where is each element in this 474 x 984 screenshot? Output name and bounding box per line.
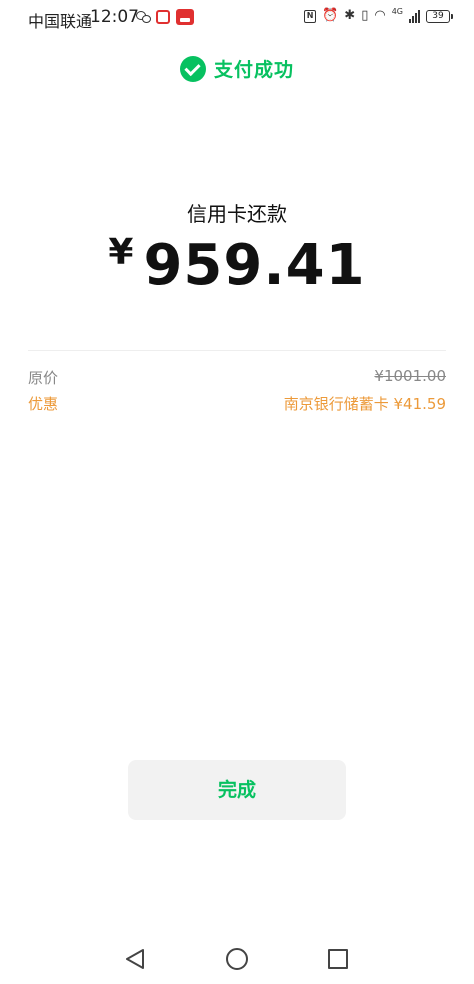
alarm-icon: ⏰	[322, 8, 339, 23]
carrier-name: 中国联通	[28, 12, 93, 31]
discount-label: 优惠	[28, 395, 59, 413]
signal-icon	[409, 9, 420, 23]
back-icon[interactable]	[124, 948, 146, 970]
pay-success-icon	[179, 55, 206, 82]
battery-icon: 39	[426, 9, 453, 23]
wifi-icon: ◠	[374, 8, 386, 23]
payment-amount: ¥959.41	[0, 232, 474, 298]
payment-type: 信用卡还款	[187, 202, 287, 226]
discount-row: 优惠 南京银行储蓄卡 ¥41.59	[28, 393, 446, 414]
vibrate-icon: ▯	[361, 8, 369, 23]
discount-value: 南京银行储蓄卡 ¥41.59	[283, 395, 446, 413]
currency-symbol: ¥	[108, 232, 134, 273]
navigation-bar	[0, 938, 474, 980]
original-price-value: ¥1001.00	[374, 367, 446, 385]
system-icons: N ⏰ ✱ ▯ ◠ 4G 39	[304, 7, 453, 24]
network-type: 4G	[391, 7, 403, 16]
amount-value: 959.41	[143, 233, 366, 298]
recent-apps-icon[interactable]	[328, 949, 348, 969]
app-notification-icon	[156, 10, 170, 24]
success-header: 支付成功	[0, 55, 474, 82]
notification-icons	[136, 9, 194, 25]
shopping-app-icon	[176, 9, 194, 25]
status-bar: 中国联通 12:07 N ⏰ ✱ ▯ ◠ 4G 39	[0, 0, 474, 36]
status-time: 12:07	[90, 7, 139, 27]
nfc-icon: N	[304, 9, 317, 23]
success-title: 支付成功	[213, 59, 294, 81]
original-price-label: 原价	[28, 369, 59, 387]
wechat-icon	[136, 11, 151, 23]
done-button[interactable]: 完成	[128, 760, 346, 820]
home-icon[interactable]	[226, 948, 248, 970]
bluetooth-icon: ✱	[344, 8, 356, 23]
original-price-row: 原价 ¥1001.00	[28, 367, 446, 388]
divider	[28, 350, 446, 351]
